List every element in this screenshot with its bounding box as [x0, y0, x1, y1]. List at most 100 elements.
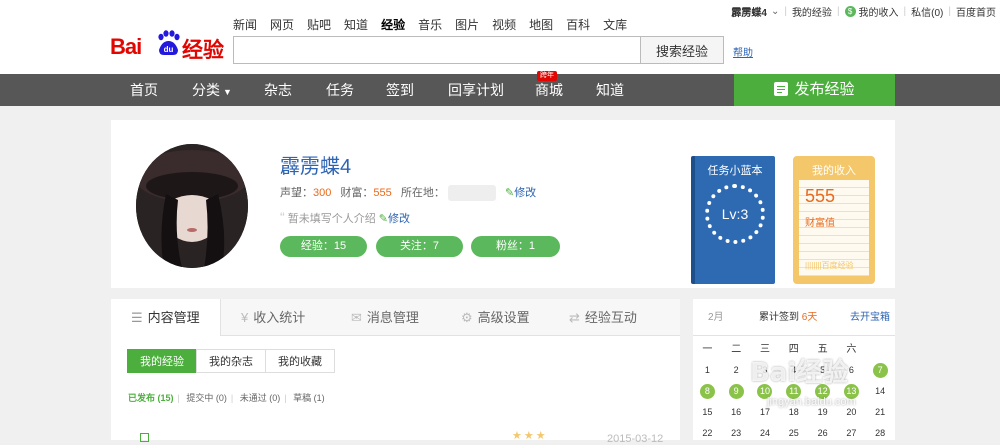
calendar-day[interactable]: 5 — [808, 360, 837, 381]
avatar-image — [136, 144, 248, 268]
calendar-day[interactable]: 26 — [808, 423, 837, 444]
calendar-day[interactable]: 6 — [837, 360, 866, 381]
income-label: 财富值 — [805, 218, 835, 229]
day-number: 27 — [846, 428, 857, 438]
my-income-link[interactable]: 我的收入 — [859, 4, 899, 19]
top-nav-item[interactable]: 文库 — [603, 18, 627, 32]
list-item[interactable]: ★★★ 2015-03-12 — [140, 430, 670, 445]
nav-home[interactable]: 首页 — [130, 74, 158, 106]
edit-intro-link[interactable]: 修改 — [388, 213, 410, 225]
tab-advanced-settings[interactable]: ⚙ 高级设置 — [461, 299, 530, 336]
calendar-day[interactable]: 12 — [808, 381, 837, 402]
calendar-day[interactable]: 11 — [779, 381, 808, 402]
calendar-day[interactable]: 28 — [866, 423, 895, 444]
calendar-day[interactable]: 1 — [693, 360, 722, 381]
calendar-header: 2月 累计签到 6天 去开宝箱 — [693, 299, 895, 336]
followers-pill[interactable]: 粉丝：1 — [471, 236, 560, 257]
day-number: 21 — [875, 407, 886, 417]
following-pill[interactable]: 关注：7 — [376, 236, 463, 257]
nav-reward-plan[interactable]: 回享计划 — [448, 74, 504, 106]
filter-rejected[interactable]: 未通过 (0) — [240, 393, 281, 403]
paw-icon: du — [158, 30, 180, 55]
filter-submitting[interactable]: 提交中 (0) — [186, 393, 227, 403]
income-card[interactable]: 我的收入 555 财富值 ||||||||百度经验 — [793, 156, 875, 284]
top-nav-item[interactable]: 网页 — [270, 18, 294, 32]
my-exp-link[interactable]: 我的经验 — [792, 4, 832, 19]
calendar-day[interactable]: 24 — [751, 423, 780, 444]
calendar-day[interactable]: 9 — [722, 381, 751, 402]
nav-checkin[interactable]: 签到 — [386, 74, 414, 106]
calendar-day[interactable]: 23 — [722, 423, 751, 444]
nav-zhidao[interactable]: 知道 — [596, 74, 624, 106]
tab-interaction[interactable]: ⇄ 经验互动 — [569, 299, 637, 336]
tab-messages[interactable]: ✉ 消息管理 — [351, 299, 419, 336]
baidu-jingyan-logo[interactable]: Bai du 经验 — [110, 28, 226, 62]
pencil-icon: ✎ — [378, 213, 389, 225]
checked-day: 13 — [843, 384, 859, 399]
nav-magazine[interactable]: 杂志 — [264, 74, 292, 106]
day-number: 18 — [788, 407, 799, 417]
edit-location-link[interactable]: 修改 — [514, 187, 536, 199]
top-nav-item[interactable]: 新闻 — [233, 18, 257, 32]
top-nav-item[interactable]: 地图 — [529, 18, 553, 32]
calendar-day[interactable]: 15 — [693, 402, 722, 423]
profile-username[interactable]: 霹雳蝶4 — [280, 150, 351, 179]
subtab-my-experience[interactable]: 我的经验 — [127, 349, 197, 373]
day-number: 17 — [759, 407, 770, 417]
barcode-icon: |||||||| — [805, 261, 822, 270]
logo-du: du — [164, 45, 174, 54]
list-icon: ☰ — [131, 310, 143, 325]
day-number: 22 — [702, 428, 713, 438]
username-link[interactable]: 霹雳蝶4 — [731, 4, 767, 19]
weekday-label: 二 — [731, 344, 742, 355]
nav-category[interactable]: 分类 ▼ — [192, 74, 232, 106]
baidu-home-link[interactable]: 百度首页 — [956, 4, 996, 19]
search-input[interactable] — [233, 36, 641, 64]
nav-tasks[interactable]: 任务 — [326, 74, 354, 106]
top-nav-item[interactable]: 知道 — [344, 18, 368, 32]
tab-income-stats[interactable]: ¥ 收入统计 — [241, 299, 305, 336]
subtab-my-favorites[interactable]: 我的收藏 — [265, 349, 335, 373]
top-nav-item[interactable]: 经验 — [381, 18, 405, 32]
filter-published[interactable]: 已发布 (15) — [128, 393, 174, 403]
calendar-day[interactable]: 19 — [808, 402, 837, 423]
checkin-streak: 累计签到 6天 — [759, 299, 817, 336]
calendar-day[interactable]: 27 — [837, 423, 866, 444]
calendar-day[interactable]: 16 — [722, 402, 751, 423]
open-treasure-link[interactable]: 去开宝箱 — [850, 299, 890, 336]
calendar-day[interactable]: 18 — [779, 402, 808, 423]
exp-count-pill[interactable]: 经验：15 — [280, 236, 367, 257]
help-link[interactable]: 帮助 — [733, 44, 753, 59]
calendar-day[interactable]: 2 — [722, 360, 751, 381]
top-nav-item[interactable]: 贴吧 — [307, 18, 331, 32]
checked-day: 8 — [699, 384, 715, 399]
calendar-day[interactable]: 10 — [751, 381, 780, 402]
task-booklet[interactable]: 任务小蓝本 Lv:3 — [691, 156, 775, 284]
calendar-day[interactable]: 22 — [693, 423, 722, 444]
calendar-month: 2月 — [708, 312, 724, 323]
tab-content-management[interactable]: ☰ 内容管理 — [111, 299, 221, 336]
subtab-my-magazine[interactable]: 我的杂志 — [196, 349, 266, 373]
publish-button[interactable]: 发布经验 — [734, 74, 895, 106]
chevron-down-icon[interactable]: ⌄ — [771, 6, 779, 17]
calendar-day[interactable]: 14 — [866, 381, 895, 402]
top-nav-item[interactable]: 百科 — [566, 18, 590, 32]
top-nav-item[interactable]: 视频 — [492, 18, 516, 32]
top-nav-item[interactable]: 图片 — [455, 18, 479, 32]
search-button[interactable]: 搜索经验 — [640, 36, 724, 64]
calendar-day[interactable]: 21 — [866, 402, 895, 423]
calendar-day[interactable]: 3 — [751, 360, 780, 381]
calendar-day[interactable]: 13 — [837, 381, 866, 402]
messages-link[interactable]: 私信(0) — [911, 4, 943, 19]
calendar-day[interactable]: 4 — [779, 360, 808, 381]
top-nav-item[interactable]: 音乐 — [418, 18, 442, 32]
calendar-day[interactable]: 20 — [837, 402, 866, 423]
filter-drafts[interactable]: 草稿 (1) — [293, 393, 325, 403]
coin-icon: $ — [844, 6, 856, 17]
calendar-day[interactable]: 25 — [779, 423, 808, 444]
day-number: 23 — [731, 428, 742, 438]
calendar-day[interactable]: 17 — [751, 402, 780, 423]
calendar-day[interactable]: 8 — [693, 381, 722, 402]
avatar[interactable] — [136, 144, 248, 268]
calendar-day[interactable]: 7 — [866, 360, 895, 381]
